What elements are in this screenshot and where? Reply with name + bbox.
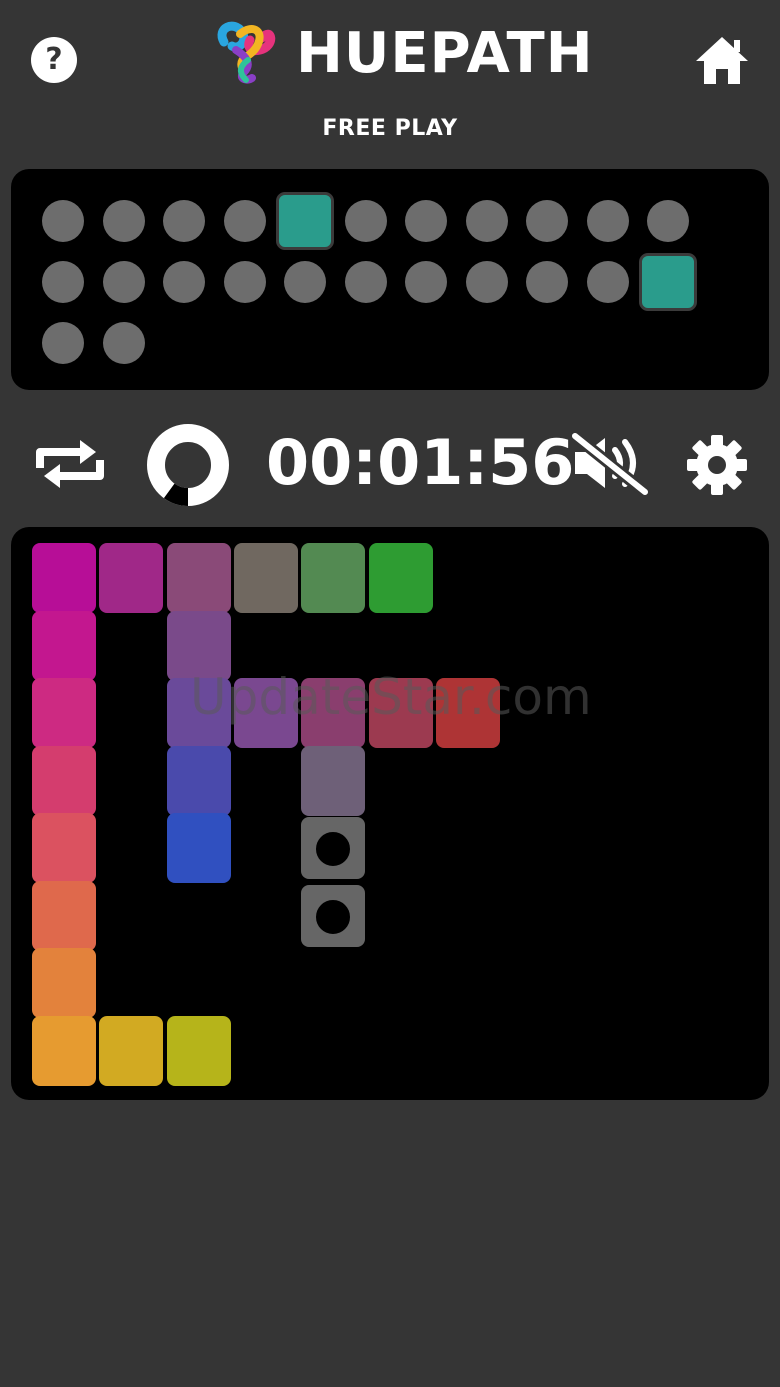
color-tile[interactable] <box>166 1015 231 1086</box>
level-dot[interactable] <box>647 200 689 242</box>
game-mode-label: FREE PLAY <box>322 116 458 141</box>
level-dot[interactable] <box>102 200 145 242</box>
color-tile[interactable] <box>32 948 96 1018</box>
level-dot[interactable] <box>526 200 568 242</box>
color-tile[interactable] <box>32 543 96 613</box>
color-tile[interactable] <box>166 610 231 681</box>
level-dot[interactable] <box>42 261 84 303</box>
braided-ribbon-logo <box>217 21 276 84</box>
color-tile[interactable] <box>233 543 298 613</box>
level-dot[interactable] <box>223 200 266 242</box>
color-tile[interactable] <box>368 678 433 748</box>
color-tile[interactable] <box>301 745 366 816</box>
color-tile[interactable] <box>32 1015 96 1086</box>
game-board[interactable] <box>11 527 769 1100</box>
elapsed-timer: 00:01:56 <box>266 426 575 499</box>
color-tile[interactable] <box>166 813 231 883</box>
repeat-icon[interactable] <box>30 438 110 490</box>
level-dot[interactable] <box>42 200 84 242</box>
level-dot[interactable] <box>405 261 447 303</box>
color-tile[interactable] <box>166 678 231 748</box>
color-tile[interactable] <box>435 678 500 748</box>
level-dot[interactable] <box>405 200 447 242</box>
slot-hole-icon <box>313 829 354 869</box>
color-tile[interactable] <box>32 880 96 951</box>
color-tile[interactable] <box>166 543 231 613</box>
color-tile[interactable] <box>32 745 96 816</box>
level-dot[interactable] <box>586 261 629 303</box>
level-dot[interactable] <box>223 261 266 303</box>
color-tile[interactable] <box>233 678 298 748</box>
level-dot[interactable] <box>163 261 205 303</box>
level-dot[interactable] <box>344 261 387 303</box>
empty-slot[interactable] <box>301 884 366 947</box>
level-dot[interactable] <box>586 200 629 242</box>
home-icon[interactable] <box>694 34 750 86</box>
color-tile[interactable] <box>368 543 433 613</box>
level-dot[interactable] <box>465 261 508 303</box>
color-tile[interactable] <box>99 543 164 613</box>
app-brand: HUEPATH <box>212 18 594 88</box>
slot-hole-icon <box>313 896 354 937</box>
empty-slot[interactable] <box>301 817 366 879</box>
gear-icon[interactable] <box>686 434 748 496</box>
color-tile[interactable] <box>301 543 366 613</box>
help-button[interactable]: ? <box>31 37 77 83</box>
color-tile[interactable] <box>32 610 96 681</box>
level-dot[interactable] <box>465 200 508 242</box>
color-tile[interactable] <box>166 745 231 816</box>
level-dot[interactable] <box>42 322 84 364</box>
level-marker-current[interactable] <box>276 192 334 250</box>
color-tile[interactable] <box>32 678 96 748</box>
level-progress-panel <box>11 169 769 390</box>
level-dot[interactable] <box>102 261 145 303</box>
color-tile[interactable] <box>32 813 96 883</box>
level-dot[interactable] <box>102 322 145 364</box>
app-title: HUEPATH <box>296 20 594 86</box>
help-circle-icon: ? <box>45 42 63 77</box>
level-dot[interactable] <box>284 261 326 303</box>
level-dot[interactable] <box>163 200 205 242</box>
level-dot[interactable] <box>344 200 387 242</box>
color-tile[interactable] <box>99 1015 164 1086</box>
level-marker-current[interactable] <box>639 253 697 311</box>
sound-muted-icon[interactable] <box>569 430 651 496</box>
level-dot[interactable] <box>526 261 568 303</box>
progress-ring-icon[interactable] <box>145 422 231 508</box>
color-tile[interactable] <box>301 678 366 748</box>
